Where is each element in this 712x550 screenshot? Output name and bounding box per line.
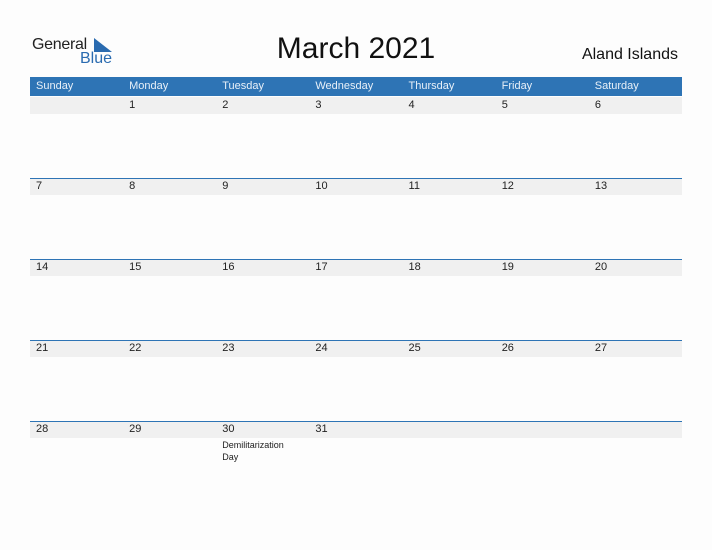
day-number — [595, 421, 682, 438]
day-number: 31 — [315, 423, 328, 435]
day-cell: 28 — [30, 421, 123, 502]
day-number: 15 — [129, 261, 142, 273]
day-cell — [30, 97, 123, 178]
day-cell: 1 — [123, 97, 216, 178]
day-number: 21 — [36, 342, 49, 354]
day-number: 13 — [594, 180, 608, 192]
calendar-week: 7 8 9 10 11 12 13 — [30, 178, 682, 259]
day-number: 5 — [501, 99, 508, 111]
day-cell: 11 — [403, 178, 496, 259]
day-number: 8 — [129, 180, 136, 192]
calendar-week: 1 2 3 4 5 6 — [30, 97, 682, 178]
day-cell: 23 — [216, 340, 309, 421]
weekday-tuesday: Tuesday — [222, 80, 265, 92]
weekday-sunday: Sunday — [36, 80, 74, 92]
day-cell: 31 — [309, 421, 402, 502]
day-cell: 3 — [309, 97, 402, 178]
day-cell: 6 — [589, 97, 682, 178]
day-cell: 4 — [403, 97, 496, 178]
day-number: 6 — [594, 99, 601, 111]
day-cell: 22 — [123, 340, 216, 421]
day-cell — [589, 421, 682, 502]
weekday-friday: Friday — [501, 80, 533, 92]
day-number: 10 — [315, 180, 328, 192]
weekday-wednesday: Wednesday — [315, 80, 374, 92]
day-number: 23 — [222, 342, 235, 354]
day-cell: 8 — [123, 178, 216, 259]
day-cell: 10 — [309, 178, 402, 259]
day-cell: 5 — [496, 97, 589, 178]
calendar-week: 14 15 16 17 18 19 20 — [30, 259, 682, 340]
day-cell: 24 — [309, 340, 402, 421]
day-cell: 17 — [309, 259, 402, 340]
day-number: 16 — [222, 261, 235, 273]
day-number: 2 — [222, 99, 229, 111]
day-cell: 14 — [30, 259, 123, 340]
day-cell: 9 — [216, 178, 309, 259]
day-number: 26 — [501, 342, 514, 354]
calendar-week: 21 22 23 24 25 26 27 — [30, 340, 682, 421]
region-label: Aland Islands — [581, 46, 678, 63]
day-cell: 30 Demilitarization Day — [216, 421, 309, 502]
weekday-header: Sunday Monday Tuesday Wednesday Thursday… — [30, 77, 682, 96]
day-cell: 25 — [403, 340, 496, 421]
day-cell — [496, 421, 589, 502]
day-number: 9 — [222, 180, 229, 192]
day-number: 18 — [408, 261, 421, 273]
day-cell: 2 — [216, 97, 309, 178]
day-cell: 29 — [123, 421, 216, 502]
day-cell: 16 — [216, 259, 309, 340]
weekday-thursday: Thursday — [408, 80, 455, 92]
calendar-week: 28 29 30 Demilitarization Day 31 — [30, 421, 682, 502]
day-number — [36, 97, 123, 114]
day-number: 25 — [408, 342, 421, 354]
day-number: 7 — [36, 180, 43, 192]
day-number: 22 — [129, 342, 142, 354]
day-cell: 13 — [589, 178, 682, 259]
day-number: 3 — [315, 99, 322, 111]
day-number: 24 — [315, 342, 328, 354]
day-cell: 15 — [123, 259, 216, 340]
day-number: 28 — [36, 423, 49, 435]
day-number: 14 — [36, 261, 49, 273]
day-cell: 27 — [589, 340, 682, 421]
day-cell: 7 — [30, 178, 123, 259]
day-cell: 20 — [589, 259, 682, 340]
day-number: 27 — [594, 342, 608, 354]
day-number: 4 — [408, 99, 415, 111]
day-number: 12 — [501, 180, 514, 192]
day-number: 30 — [222, 423, 235, 435]
day-cell: 19 — [496, 259, 589, 340]
day-number — [502, 421, 589, 438]
day-number: 29 — [129, 423, 142, 435]
day-cell: 26 — [496, 340, 589, 421]
day-number: 11 — [408, 180, 420, 192]
holiday-label: Demilitarization Day — [222, 440, 284, 462]
day-number: 17 — [315, 261, 328, 273]
day-cell: 21 — [30, 340, 123, 421]
weekday-saturday: Saturday — [594, 80, 639, 92]
day-cell: 18 — [403, 259, 496, 340]
day-number — [409, 421, 496, 438]
weekday-monday: Monday — [129, 80, 169, 92]
day-number: 1 — [129, 99, 136, 111]
day-number: 20 — [594, 261, 608, 273]
day-cell — [403, 421, 496, 502]
day-cell: 12 — [496, 178, 589, 259]
day-number: 19 — [501, 261, 514, 273]
